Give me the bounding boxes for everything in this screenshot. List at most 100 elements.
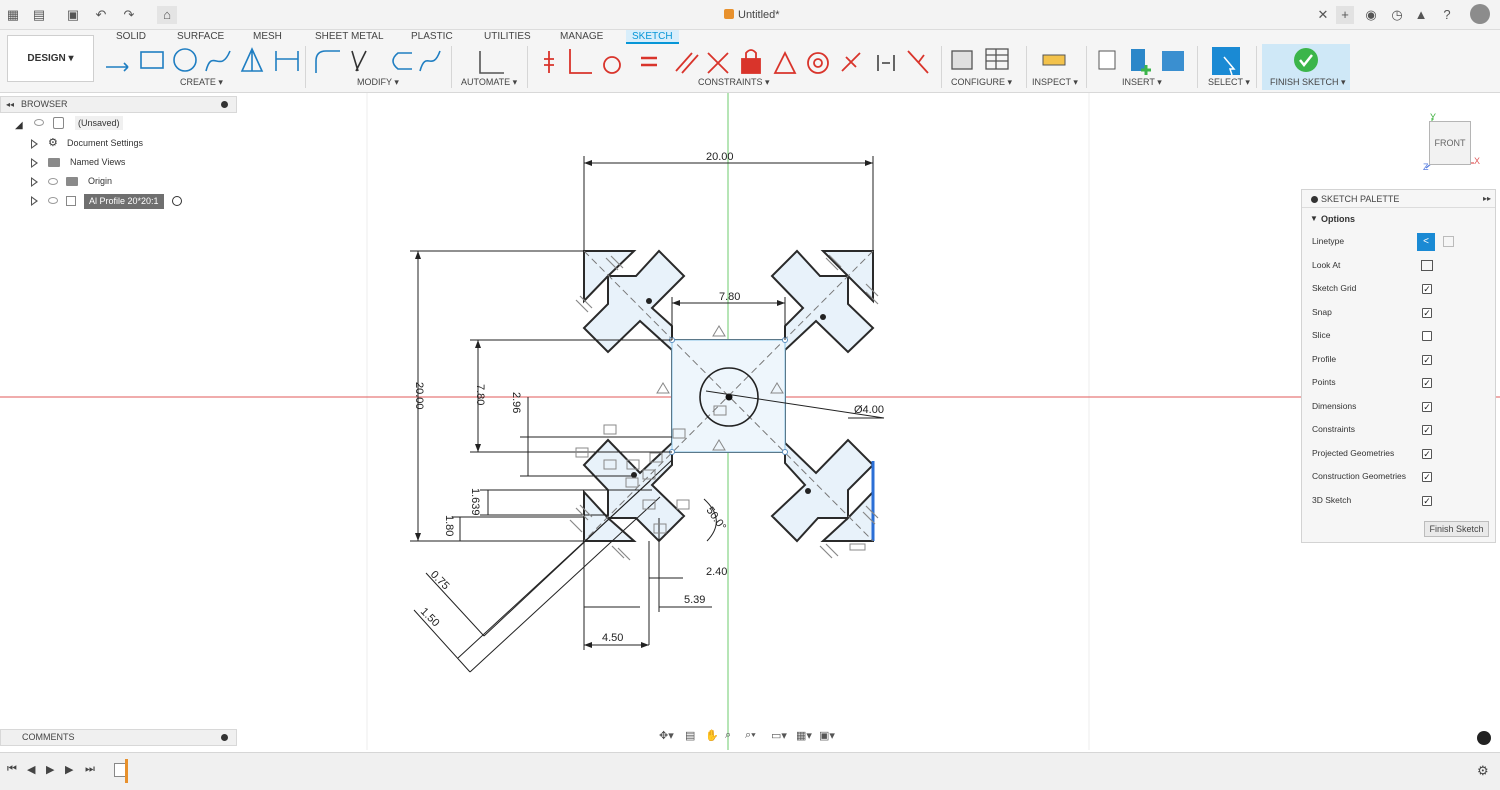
3d-sketch-checkbox[interactable]: ✓ <box>1422 495 1432 506</box>
dimension-tool-icon[interactable] <box>275 51 299 71</box>
coincident-icon[interactable] <box>544 51 554 73</box>
dim-angle[interactable]: 50.0° <box>704 505 729 533</box>
dim-4-50[interactable]: 4.50 <box>602 632 623 644</box>
create-menu[interactable]: CREATE ▾ <box>180 77 223 88</box>
play-icon[interactable]: ▶ <box>46 763 54 776</box>
browser-item-named-views[interactable]: Named Views <box>0 153 237 172</box>
avatar[interactable] <box>1470 4 1490 24</box>
dim-inner-height[interactable]: 7.80 <box>474 384 486 405</box>
visibility-eye-icon[interactable] <box>34 119 44 126</box>
file-icon[interactable]: ▤ <box>30 6 48 24</box>
coincident-on-curve-icon[interactable] <box>841 52 861 72</box>
midpoint-icon[interactable] <box>773 50 797 74</box>
expand-arrow-icon[interactable] <box>31 177 38 187</box>
select-menu[interactable]: SELECT ▾ <box>1208 77 1250 88</box>
palette-finish-sketch-button[interactable]: Finish Sketch <box>1424 521 1489 537</box>
spline-tool-icon[interactable] <box>205 50 231 72</box>
perpendicular-icon[interactable] <box>569 49 592 74</box>
configure-menu[interactable]: CONFIGURE ▾ <box>951 77 1012 88</box>
tool-palette-toggle-icon[interactable] <box>1477 731 1491 745</box>
home-icon[interactable]: ⌂ <box>157 6 177 24</box>
collapse-triangle-icon[interactable]: ▼ <box>1310 208 1318 230</box>
tab-mesh[interactable]: MESH <box>247 30 288 44</box>
expand-arrow-icon[interactable] <box>31 139 38 149</box>
visibility-eye-icon[interactable] <box>48 178 58 185</box>
pin-icon[interactable] <box>1311 196 1318 203</box>
new-tab-icon[interactable]: + <box>1336 6 1354 24</box>
parallel-icon[interactable] <box>675 52 699 74</box>
comments-panel[interactable]: COMMENTS <box>0 729 237 746</box>
browser-item-origin[interactable]: Origin <box>0 172 237 191</box>
curvature-icon[interactable] <box>907 50 929 74</box>
extensions-icon[interactable]: ◉ <box>1362 6 1380 24</box>
offset-tool-icon[interactable] <box>392 52 412 70</box>
browser-root[interactable]: ◢ (Unsaved) <box>0 113 237 134</box>
equal-icon[interactable] <box>641 56 657 67</box>
redo-icon[interactable]: ↷ <box>120 6 138 24</box>
dim-5-39[interactable]: 5.39 <box>684 594 705 606</box>
tab-solid[interactable]: SOLID <box>110 30 152 44</box>
collapse-arrows-icon[interactable]: ◂◂ <box>6 97 14 112</box>
dim-2-96[interactable]: 2.96 <box>510 392 522 413</box>
dim-height-left[interactable]: 20.00 <box>413 382 425 410</box>
palette-header[interactable]: SKETCH PALETTE ▸▸ <box>1302 190 1495 208</box>
curve-tool-icon[interactable] <box>419 50 441 72</box>
trim-tool-icon[interactable] <box>351 50 367 72</box>
expand-arrow-icon[interactable] <box>31 158 38 168</box>
pin-icon[interactable] <box>221 734 228 741</box>
snap-checkbox[interactable]: ✓ <box>1422 307 1432 318</box>
constraints-checkbox[interactable]: ✓ <box>1422 425 1432 435</box>
tab-plastic[interactable]: PLASTIC <box>405 30 459 44</box>
tab-manage[interactable]: MANAGE <box>554 30 609 44</box>
viewports-icon[interactable]: ▣▾ <box>819 729 835 742</box>
look-at-icon[interactable] <box>1421 259 1433 271</box>
insert-mesh-icon[interactable] <box>1131 49 1145 71</box>
orbit-icon[interactable]: ✥▾ <box>659 729 674 742</box>
visibility-eye-icon[interactable] <box>48 197 58 204</box>
profile-checkbox[interactable]: ✓ <box>1422 354 1432 365</box>
tab-utilities[interactable]: UTILITIES <box>478 30 537 44</box>
dimensions-checkbox[interactable]: ✓ <box>1422 401 1432 412</box>
centerline-linetype-icon[interactable] <box>1443 236 1454 247</box>
expand-arrow-icon[interactable] <box>31 196 38 206</box>
insert-canvas-icon[interactable] <box>1162 51 1184 71</box>
zoom-icon[interactable]: ⌕ <box>725 729 731 742</box>
pan-hand-icon[interactable]: ✋ <box>705 729 719 742</box>
dim-2-40[interactable]: 2.40 <box>706 566 727 578</box>
polygon-tool-icon[interactable] <box>240 47 264 72</box>
tab-surface[interactable]: SURFACE <box>171 30 230 44</box>
activate-radio-icon[interactable] <box>172 196 182 206</box>
expand-panel-icon[interactable]: ▸▸ <box>1483 190 1491 208</box>
browser-header[interactable]: ◂◂ BROWSER <box>0 96 237 113</box>
configure-table-icon[interactable] <box>985 48 1009 70</box>
dim-inner-width[interactable]: 7.80 <box>719 291 740 303</box>
save-icon[interactable]: ▣ <box>64 6 82 24</box>
insert-menu[interactable]: INSERT ▾ <box>1122 77 1162 88</box>
close-tab-icon[interactable]: ✕ <box>1314 6 1332 24</box>
step-back-icon[interactable]: ◀ <box>27 763 35 776</box>
expand-icon[interactable]: ◢ <box>15 116 23 135</box>
modify-menu[interactable]: MODIFY ▾ <box>357 77 399 88</box>
collinear-icon[interactable] <box>707 52 729 74</box>
tangent-icon[interactable] <box>603 56 621 74</box>
select-icon[interactable] <box>1212 47 1240 75</box>
dim-1-639[interactable]: 1.639 <box>469 488 481 516</box>
finish-sketch-menu[interactable]: FINISH SKETCH ▾ <box>1270 77 1346 88</box>
go-to-start-icon[interactable]: ⏮ <box>7 763 17 776</box>
timeline-settings-gear-icon[interactable]: ⚙ <box>1477 763 1489 779</box>
palette-options-section[interactable]: ▼ Options <box>1302 208 1495 230</box>
dim-1-50[interactable]: 1.50 <box>418 606 442 630</box>
insert-derive-icon[interactable] <box>1098 50 1116 70</box>
app-grid-icon[interactable]: ▦ <box>4 6 22 24</box>
step-forward-icon[interactable]: ▶ <box>65 763 73 776</box>
concentric-icon[interactable] <box>807 52 829 74</box>
automate-dimension-icon[interactable] <box>479 51 504 74</box>
inspect-menu[interactable]: INSPECT ▾ <box>1032 77 1078 88</box>
configure-cube-icon[interactable] <box>951 50 973 70</box>
dim-diameter[interactable]: Ø4.00 <box>854 404 884 416</box>
measure-icon[interactable] <box>1042 54 1066 66</box>
rectangle-tool-icon[interactable] <box>140 51 164 69</box>
line-tool-icon[interactable] <box>106 62 129 72</box>
job-status-icon[interactable]: ◷ <box>1388 6 1406 24</box>
browser-item-document-settings[interactable]: ⚙ Document Settings <box>0 134 237 153</box>
